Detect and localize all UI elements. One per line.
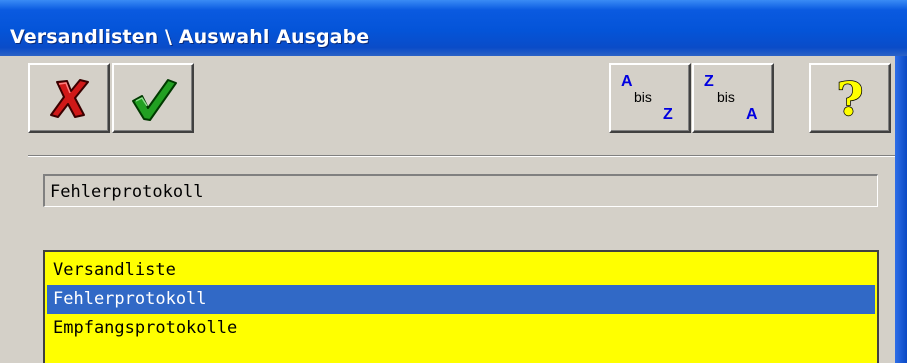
sort-za-bis-label: bis [717, 89, 735, 105]
list-item-empfangsprotokolle[interactable]: Empfangsprotokolle [47, 314, 875, 343]
list-item-versandliste[interactable]: Versandliste [47, 256, 875, 285]
sort-az-bottom-letter: Z [663, 106, 673, 123]
selected-output-value: Fehlerprotokoll [50, 182, 204, 202]
sort-za-bottom-letter: A [746, 106, 758, 123]
toolbar-separator [28, 155, 895, 157]
window-title: Versandlisten \ Auswahl Ausgabe [10, 26, 370, 48]
window-client-area: A bis Z Z bis A ? Fehlerprotokoll Versan… [0, 56, 895, 363]
green-check-icon [132, 79, 177, 121]
sort-a-to-z-button[interactable]: A bis Z [609, 63, 691, 133]
sort-az-bis-label: bis [634, 89, 652, 105]
cancel-button[interactable] [28, 63, 110, 133]
red-x-icon [50, 79, 89, 118]
confirm-button[interactable] [112, 63, 194, 133]
output-listbox[interactable]: Versandliste Fehlerprotokoll Empfangspro… [43, 250, 879, 363]
list-item-fehlerprotokoll[interactable]: Fehlerprotokoll [47, 285, 875, 314]
selected-output-field: Fehlerprotokoll [43, 174, 878, 207]
sort-az-top-letter: A [621, 73, 633, 90]
sort-za-top-letter: Z [704, 73, 714, 90]
window-frame-right [895, 56, 907, 363]
help-button[interactable]: ? [809, 63, 891, 133]
svg-text:?: ? [837, 72, 864, 126]
question-mark-icon: ? [836, 71, 864, 127]
sort-z-to-a-button[interactable]: Z bis A [692, 63, 774, 133]
title-bar[interactable]: Versandlisten \ Auswahl Ausgabe [0, 0, 907, 56]
